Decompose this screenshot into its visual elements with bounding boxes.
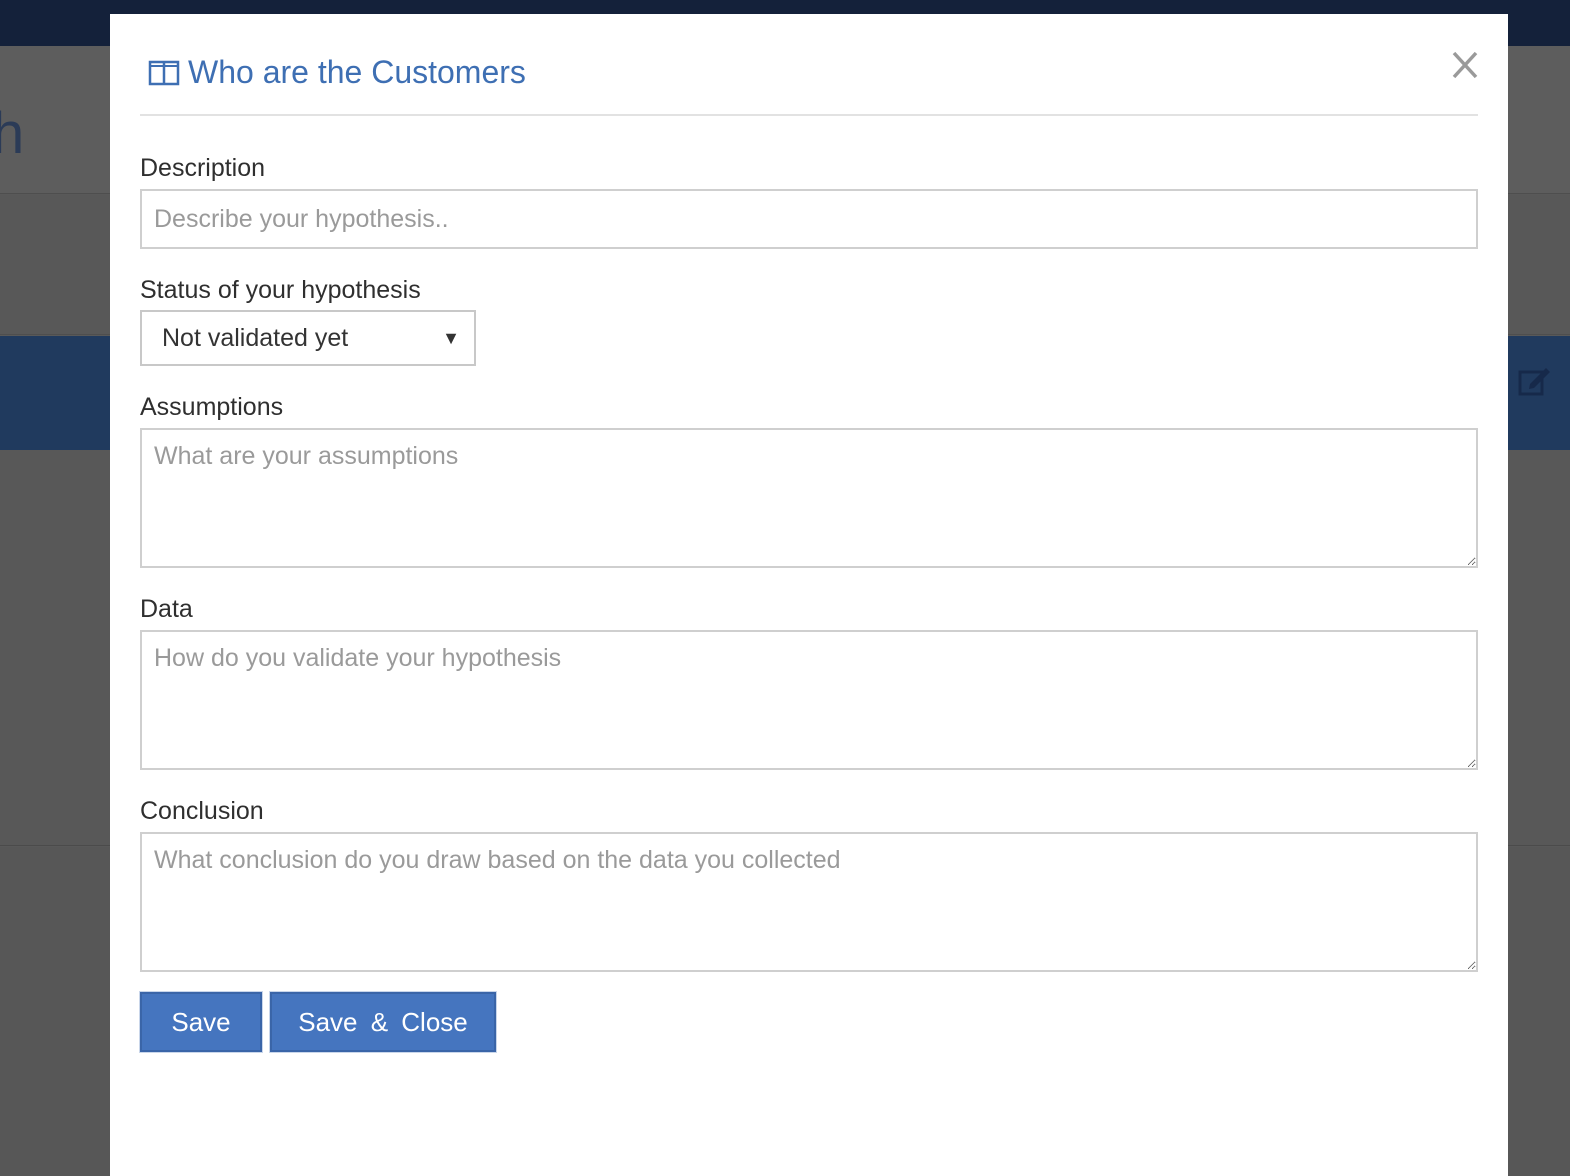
hypothesis-modal: Who are the Customers Description Status…: [110, 14, 1508, 1176]
status-select[interactable]: Not validated yet ▼: [140, 310, 476, 366]
status-select-value: Not validated yet: [162, 323, 349, 352]
save-button[interactable]: Save: [139, 991, 263, 1053]
description-input[interactable]: [140, 189, 1478, 249]
modal-header: Who are the Customers: [140, 44, 1478, 116]
description-label: Description: [140, 154, 266, 182]
edit-icon: [1518, 368, 1550, 396]
modal-title: Who are the Customers: [148, 54, 526, 91]
assumptions-label: Assumptions: [140, 393, 284, 421]
assumptions-textarea[interactable]: [140, 428, 1478, 568]
conclusion-label: Conclusion: [140, 797, 264, 825]
columns-icon: [148, 60, 180, 85]
page-heading-fragment: h: [0, 101, 25, 166]
save-close-button[interactable]: Save & Close: [269, 991, 497, 1053]
conclusion-textarea[interactable]: [140, 832, 1478, 972]
close-icon: [1452, 51, 1478, 79]
status-label: Status of your hypothesis: [140, 276, 421, 304]
data-label: Data: [140, 595, 193, 623]
data-textarea[interactable]: [140, 630, 1478, 770]
modal-title-text: Who are the Customers: [188, 54, 526, 90]
caret-down-icon: ▼: [442, 327, 460, 348]
close-button[interactable]: [1448, 46, 1482, 86]
